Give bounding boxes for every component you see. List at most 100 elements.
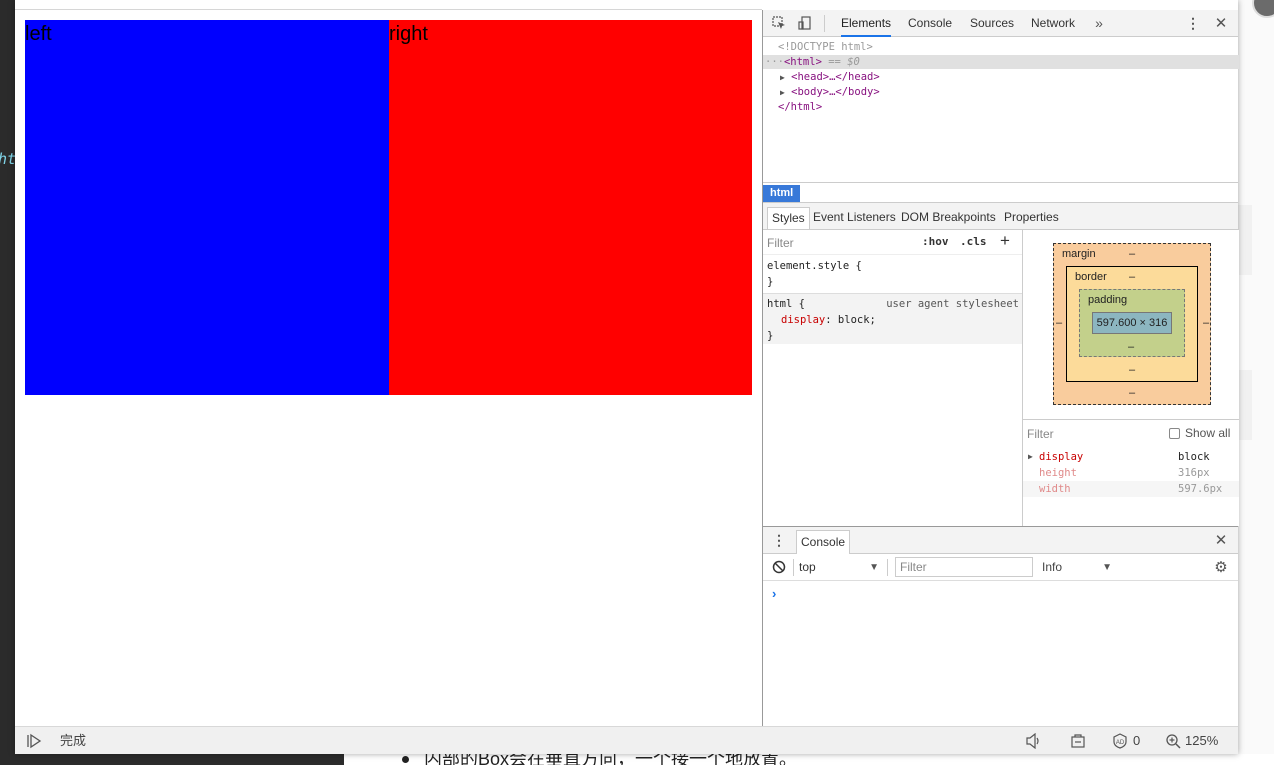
zoom-icon: [1166, 734, 1181, 749]
log-level-value: Info: [1042, 560, 1063, 574]
rule-property-value: block;: [837, 314, 876, 326]
expand-triangle-icon[interactable]: ▶: [780, 73, 785, 82]
status-text: 完成: [60, 733, 87, 748]
show-all-checkbox[interactable]: [1169, 427, 1180, 439]
dom-doctype[interactable]: <!DOCTYPE html>: [778, 40, 873, 54]
hover-state-toggle[interactable]: :hov: [922, 235, 949, 248]
svg-text:AD: AD: [1116, 740, 1125, 746]
breadcrumb: html: [763, 182, 1238, 202]
tab-dom-breakpoints[interactable]: DOM Breakpoints: [897, 207, 1000, 229]
dom-body-tag: <body>…</body>: [791, 86, 880, 98]
tab-network[interactable]: Network: [1031, 10, 1075, 37]
gear-icon[interactable]: ⚙: [1213, 559, 1229, 576]
margin-bottom-value: –: [1129, 387, 1136, 399]
expand-triangle-icon[interactable]: ▶: [780, 88, 785, 97]
styles-pane: Filter :hov .cls + element.style { } htm…: [763, 230, 1023, 526]
computed-property-value: block: [1178, 451, 1210, 463]
dropdown-arrow-icon: ▼: [869, 562, 879, 573]
sidebar-tabs: Styles Event Listeners DOM Breakpoints P…: [763, 202, 1238, 230]
zoom-control[interactable]: 125%: [1165, 733, 1218, 749]
ad-blocker-indicator[interactable]: AD 0: [1112, 733, 1140, 749]
computed-row-height[interactable]: height 316px: [1023, 465, 1239, 481]
speaker-icon[interactable]: [1025, 732, 1043, 750]
computed-property-value: 316px: [1178, 467, 1210, 479]
console-prompt[interactable]: ›: [772, 586, 776, 601]
dom-node-html[interactable]: ···<html> == $0: [765, 55, 860, 69]
dom-html-tag: <html>: [783, 56, 822, 68]
computed-row-display[interactable]: ▶ display block: [1023, 449, 1239, 465]
kebab-menu-icon[interactable]: ⋮: [1185, 15, 1201, 31]
rule-selector: html {: [767, 298, 805, 310]
devtools-panel: Elements Console Sources Network » ⋮ ✕ <…: [762, 10, 1239, 726]
background-panel: [1238, 370, 1252, 440]
context-select[interactable]: top ▼: [799, 559, 879, 576]
double-chevron-right-icon[interactable]: »: [1091, 15, 1107, 31]
box-model-pane: margin – – – – border – – padding – 597.…: [1023, 230, 1239, 419]
element-style-rule[interactable]: element.style { }: [763, 258, 1022, 290]
html-style-rule[interactable]: html { user agent stylesheet display: bl…: [763, 293, 1022, 344]
rule-selector: element.style {: [767, 260, 862, 272]
expand-triangle-icon[interactable]: ▶: [1028, 449, 1033, 465]
right-box: right: [389, 20, 752, 395]
close-icon[interactable]: ✕: [1213, 532, 1229, 549]
tracking-protection-icon[interactable]: [1070, 733, 1086, 749]
bullet-icon: [402, 756, 409, 763]
console-toolbar: top ▼ Filter Info ▼ ⚙: [763, 554, 1238, 581]
box-model-content-size[interactable]: 597.600 × 316: [1092, 312, 1172, 334]
inspect-element-icon[interactable]: [771, 15, 787, 31]
blocked-count: 0: [1133, 733, 1141, 748]
margin-right-value: –: [1203, 317, 1210, 329]
toolbar-divider: [887, 559, 888, 576]
tab-console-drawer[interactable]: Console: [796, 530, 851, 554]
tab-console[interactable]: Console: [908, 10, 952, 37]
new-style-rule-button[interactable]: +: [1000, 231, 1010, 251]
rule-property-name: display: [781, 314, 826, 326]
log-level-select[interactable]: Info ▼: [1042, 559, 1112, 576]
toolbar-divider: [793, 559, 794, 576]
show-all-label: Show all: [1185, 426, 1231, 440]
zoom-level: 125%: [1185, 733, 1219, 748]
dom-node-body[interactable]: ▶ <body>…</body>: [780, 85, 880, 99]
tab-styles[interactable]: Styles: [767, 207, 810, 229]
dom-html-close[interactable]: </html>: [778, 100, 822, 114]
left-box: left: [25, 20, 389, 395]
play-frame-icon[interactable]: [26, 733, 42, 749]
kebab-menu-icon[interactable]: ⋮: [771, 532, 787, 548]
box-model-border: border – – padding – 597.600 × 316: [1066, 266, 1198, 382]
computed-property-value: 597.6px: [1178, 483, 1223, 495]
show-all-toggle[interactable]: Show all: [1169, 426, 1230, 440]
class-toggle[interactable]: .cls: [960, 235, 987, 248]
background-text-strip: 内部的Box会在垂直方向，一个接一个地放置。: [344, 754, 1274, 765]
computed-property-name: height: [1039, 467, 1077, 479]
clear-console-icon[interactable]: [771, 559, 787, 575]
tab-sources[interactable]: Sources: [970, 10, 1014, 37]
background-panel: [1238, 205, 1252, 275]
tab-elements[interactable]: Elements: [841, 10, 892, 37]
styles-filter-input[interactable]: Filter: [767, 236, 794, 250]
rule-selector-line: html { user agent stylesheet: [763, 296, 1022, 312]
console-drawer-tabs: ⋮ Console ✕: [763, 527, 1238, 554]
computed-filter-input[interactable]: Filter: [1027, 427, 1054, 441]
console-drawer: ⋮ Console ✕ top ▼ Filter Info ▼ ⚙ ›: [763, 526, 1238, 726]
computed-row-width[interactable]: width 597.6px: [1023, 481, 1239, 497]
breadcrumb-item-html[interactable]: html: [763, 185, 801, 202]
border-bottom-value: –: [1129, 364, 1136, 376]
tab-event-listeners[interactable]: Event Listeners: [809, 207, 900, 229]
device-toolbar-icon[interactable]: [797, 15, 813, 31]
console-filter-input[interactable]: Filter: [895, 557, 1033, 577]
margin-label: margin: [1062, 248, 1096, 260]
context-select-value: top: [799, 560, 816, 574]
devtools-toolbar: Elements Console Sources Network » ⋮ ✕: [763, 10, 1238, 37]
close-icon[interactable]: ✕: [1213, 15, 1229, 32]
background-bullet-text: 内部的Box会在垂直方向，一个接一个地放置。: [424, 754, 798, 765]
margin-top-value: –: [1129, 248, 1136, 260]
border-label: border: [1075, 271, 1107, 283]
status-bar: 完成 AD 0 125%: [15, 726, 1238, 754]
dom-node-head[interactable]: ▶ <head>…</head>: [780, 70, 880, 84]
dom-head-tag: <head>…</head>: [791, 71, 880, 83]
border-top-value: –: [1129, 271, 1136, 283]
dom-selected-suffix: == $0: [828, 56, 860, 68]
rule-source: user agent stylesheet: [886, 298, 1019, 310]
ad-block-icon: AD: [1113, 733, 1127, 749]
tab-properties[interactable]: Properties: [1000, 207, 1063, 229]
